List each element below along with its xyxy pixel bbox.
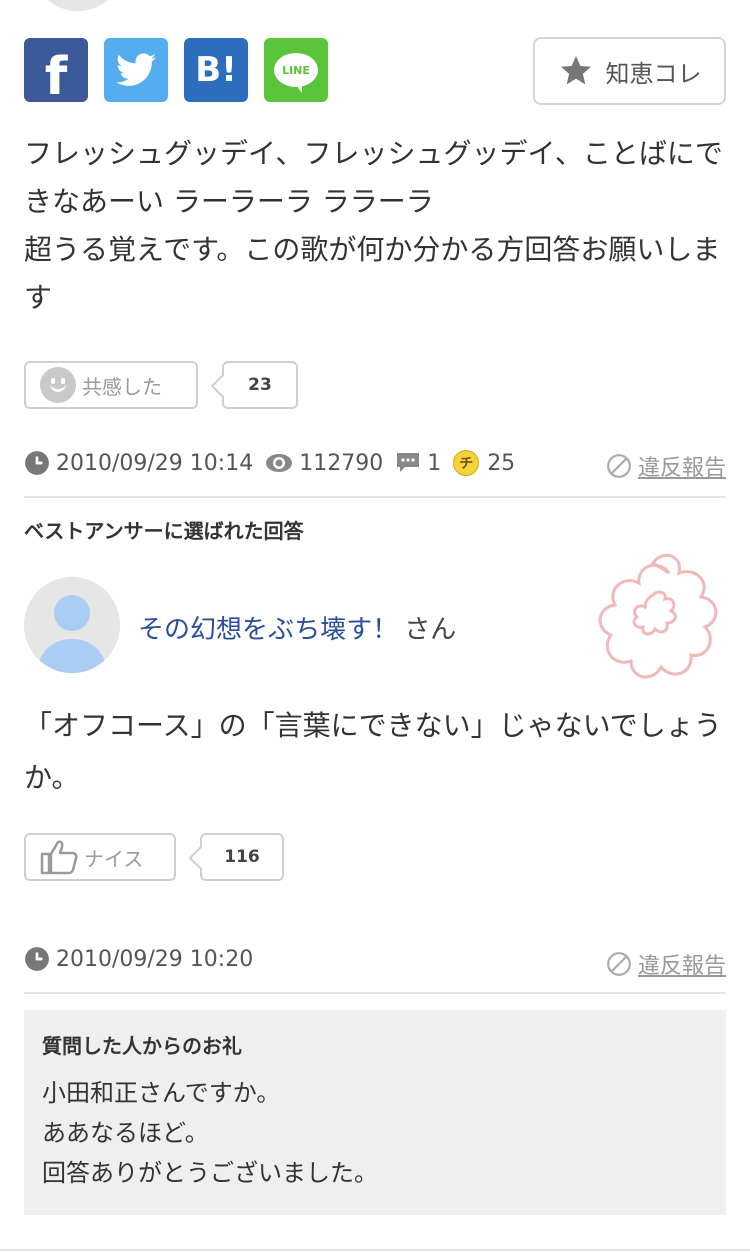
divider (24, 992, 726, 994)
clock-icon (24, 946, 50, 972)
answer-datetime: 2010/09/29 10:20 (56, 946, 254, 972)
empathy-label: 共感した (82, 374, 162, 399)
best-answer-body: 「オフコース」の「言葉にできない」じゃないでしょうか。 (24, 709, 722, 794)
empathy-button[interactable]: 共感した (24, 361, 198, 409)
answerer-name: その幻想をぶち壊す！ さん (138, 609, 456, 646)
hatena-icon: B! (195, 50, 237, 90)
empathy-count: 23 (222, 361, 298, 409)
nice-label: ナイス (84, 846, 144, 871)
nice-count: 116 (200, 833, 284, 881)
question-datetime: 2010/09/29 10:14 (56, 450, 254, 476)
answer-meta: 2010/09/29 10:20 (24, 946, 253, 972)
eye-icon (265, 452, 293, 474)
line-icon-label: LINE (282, 63, 310, 77)
nice-count-value: 116 (224, 847, 260, 867)
prohibited-icon (607, 454, 631, 478)
line-share-button[interactable]: LINE (264, 38, 328, 102)
prohibited-icon (607, 952, 631, 976)
question-body: フレッシュグッデイ、フレッシュグッデイ、ことばにできなあーい ラーラーラ ララー… (24, 137, 723, 314)
thanks-text: 小田和正さんですか。 ああなるほど。 回答ありがとうございました。 (42, 1079, 378, 1187)
default-user-icon (24, 577, 120, 673)
avatar[interactable] (24, 577, 120, 673)
report-label: 違反報告 (637, 456, 726, 481)
best-answer-sakura-stamp-icon (598, 553, 718, 679)
best-answer-heading: ベストアンサーに選ばれた回答 (24, 519, 304, 543)
divider (0, 1249, 750, 1251)
thanks-title: 質問した人からのお礼 (42, 1034, 242, 1058)
clock-icon (24, 450, 50, 476)
hatena-bookmark-button[interactable]: B! (184, 38, 248, 102)
nice-button[interactable]: ナイス (24, 833, 176, 881)
report-label: 違反報告 (637, 954, 726, 979)
view-count: 112790 (299, 450, 384, 476)
answerer-name-link[interactable]: その幻想をぶち壊す！ (138, 615, 398, 645)
facebook-share-button[interactable]: f (24, 38, 88, 107)
question-report-link[interactable]: 違反報告 (606, 450, 726, 482)
star-icon (560, 56, 591, 85)
comment-icon (395, 451, 421, 475)
empathy-count-value: 23 (248, 375, 272, 395)
facebook-icon: f (44, 47, 68, 107)
twitter-bird-icon (116, 53, 156, 86)
thanks-message-box: 質問した人からのお礼 小田和正さんですか。 ああなるほど。 回答ありがとうござい… (24, 1010, 726, 1215)
thumbs-up-icon (40, 840, 78, 875)
share-buttons: f B! LINE (24, 38, 328, 107)
previous-avatar (38, 0, 118, 11)
divider (24, 496, 726, 498)
coin-count: 25 (487, 450, 516, 476)
answer-count: 1 (427, 450, 442, 476)
smile-icon (40, 367, 76, 403)
twitter-share-button[interactable] (104, 38, 168, 102)
line-icon: LINE (274, 53, 318, 93)
answerer-suffix: さん (404, 615, 457, 645)
chie-collection-label: 知恵コレ (605, 59, 702, 88)
question-meta: 2010/09/29 10:14 112790 1 チ 25 (24, 450, 515, 476)
answer-report-link[interactable]: 違反報告 (606, 948, 726, 980)
chie-collection-button[interactable]: 知恵コレ (533, 37, 726, 105)
coin-icon: チ (453, 450, 480, 476)
